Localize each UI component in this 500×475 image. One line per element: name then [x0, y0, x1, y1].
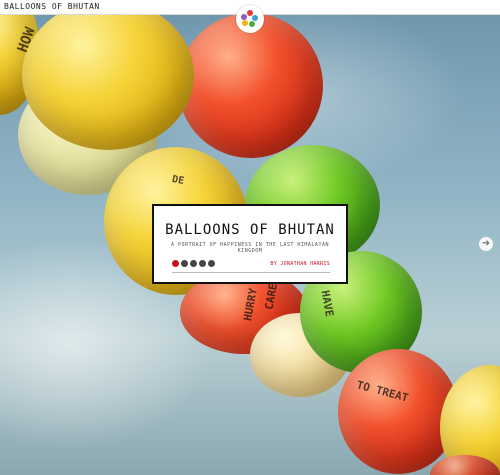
balloon-text: DE — [171, 174, 185, 187]
story-subtitle: A PORTRAIT OF HAPPINESS IN THE LAST HIMA… — [171, 242, 329, 254]
balloon: TO TREAT — [338, 349, 458, 474]
pinterest-icon[interactable] — [172, 260, 179, 267]
author-byline[interactable]: BY JONATHAN HARRIS — [270, 261, 330, 267]
flower-logo-icon[interactable] — [236, 5, 264, 33]
email-icon[interactable] — [208, 260, 215, 267]
balloon-text: CARE — [262, 282, 280, 311]
share-row: BY JONATHAN HARRIS — [172, 260, 330, 270]
next-arrow-icon[interactable]: ➜ — [479, 237, 493, 251]
story-title-card: BALLOONS OF BHUTAN A PORTRAIT OF HAPPINE… — [152, 204, 348, 284]
balloon-text: HURRY — [241, 287, 260, 322]
balloon — [178, 15, 323, 158]
balloon-text: TO TREAT — [355, 378, 410, 405]
story-title: BALLOONS OF BHUTAN — [165, 222, 335, 238]
divider — [172, 272, 330, 273]
twitter-icon[interactable] — [199, 260, 206, 267]
balloon-text: HAVE — [318, 289, 336, 318]
share-icons — [172, 260, 215, 267]
tumblr-icon[interactable] — [181, 260, 188, 267]
facebook-icon[interactable] — [190, 260, 197, 267]
window-title: BALLOONS OF BHUTAN — [4, 2, 100, 11]
